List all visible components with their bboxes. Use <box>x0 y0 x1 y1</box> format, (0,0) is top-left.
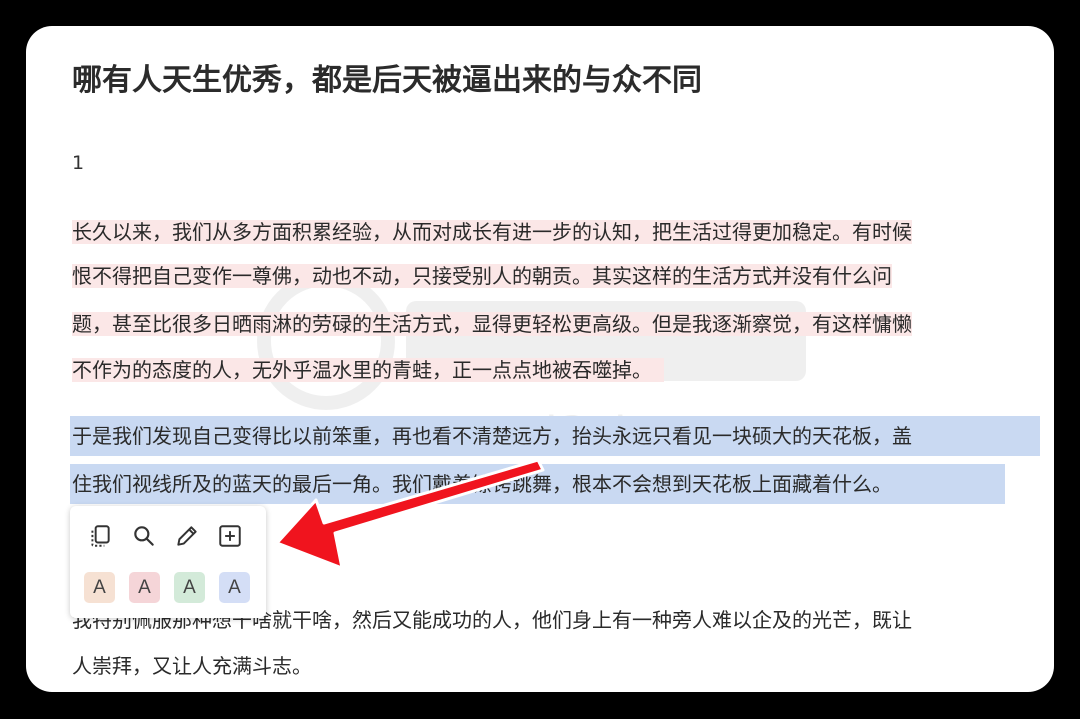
paragraph-1-line-2: 恨不得把自己变作一尊佛，动也不动，只接受别人的朝贡。其实这样的生活方式并没有什么… <box>72 256 892 296</box>
paragraph-1-line-4: 不作为的态度的人，无外乎温水里的青蛙，正一点点地被吞噬掉。 <box>72 350 664 390</box>
article-title: 哪有人天生优秀，都是后天被逼出来的与众不同 <box>72 63 702 98</box>
highlighted-text[interactable]: 不作为的态度的人，无外乎温水里的青蛙，正一点点地被吞噬掉。 <box>72 358 664 382</box>
highlighted-text[interactable]: 长久以来，我们从多方面积累经验，从而对成长有进一步的认知，把生活过得更加稳定。有… <box>72 220 912 244</box>
section-number: 1 <box>72 152 85 174</box>
search-icon <box>134 526 154 546</box>
search-button[interactable] <box>128 520 160 552</box>
note-button[interactable] <box>171 520 203 552</box>
highlighted-text[interactable]: 题，甚至比很多日晒雨淋的劳碌的生活方式，显得更轻松更高级。但是我逐渐察觉，有这样… <box>72 312 912 336</box>
highlight-blue-button[interactable]: A <box>219 572 250 603</box>
highlighted-text[interactable]: 恨不得把自己变作一尊佛，动也不动，只接受别人的朝贡。其实这样的生活方式并没有什么… <box>72 264 892 288</box>
paragraph-1-line-1: 长久以来，我们从多方面积累经验，从而对成长有进一步的认知，把生活过得更加稳定。有… <box>72 212 912 252</box>
copy-icon <box>91 525 110 547</box>
highlight-pink-button[interactable]: A <box>129 572 160 603</box>
selected-text-line-1[interactable]: 于是我们发现自己变得比以前笨重，再也看不清楚远方，抬头永远只看见一块硕大的天花板… <box>70 416 1040 456</box>
add-button[interactable] <box>214 520 246 552</box>
highlight-green-button[interactable]: A <box>174 572 205 603</box>
highlight-orange-button[interactable]: A <box>84 572 115 603</box>
selected-text-line-2[interactable]: 住我们视线所及的蓝天的最后一角。我们戴着镣铐跳舞，根本不会想到天花板上面藏着什么… <box>70 464 1005 504</box>
plus-square-icon <box>219 525 241 547</box>
pencil-icon <box>177 526 197 546</box>
reader-card: 哪有人天生优秀，都是后天被逼出来的与众不同 1 www.i3zh.com 长久以… <box>26 26 1054 692</box>
paragraph-1-line-3: 题，甚至比很多日晒雨淋的劳碌的生活方式，显得更轻松更高级。但是我逐渐察觉，有这样… <box>72 304 912 344</box>
copy-button[interactable] <box>84 520 116 552</box>
paragraph-3-line-2: 人崇拜，又让人充满斗志。 <box>72 654 312 678</box>
selection-toolbar: A A A A <box>70 506 266 618</box>
